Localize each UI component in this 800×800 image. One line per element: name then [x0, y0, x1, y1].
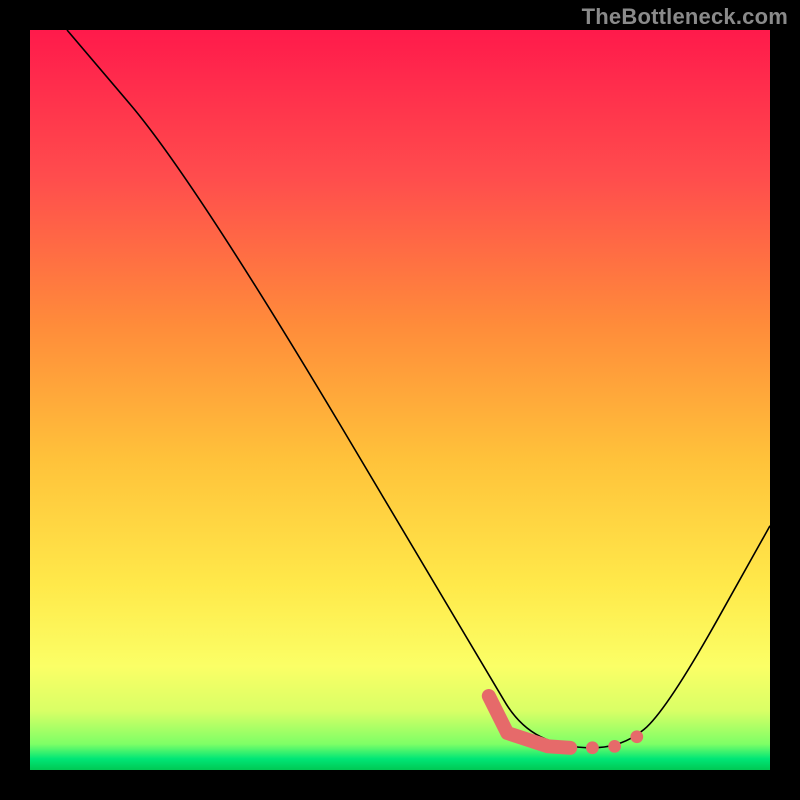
gradient-background [30, 30, 770, 770]
chart-frame: TheBottleneck.com [0, 0, 800, 800]
highlight-dot [586, 741, 599, 754]
chart-svg [30, 30, 770, 770]
highlight-dot [608, 740, 621, 753]
chart-plot-area [30, 30, 770, 770]
highlight-dot [630, 730, 643, 743]
watermark-label: TheBottleneck.com [582, 4, 788, 30]
